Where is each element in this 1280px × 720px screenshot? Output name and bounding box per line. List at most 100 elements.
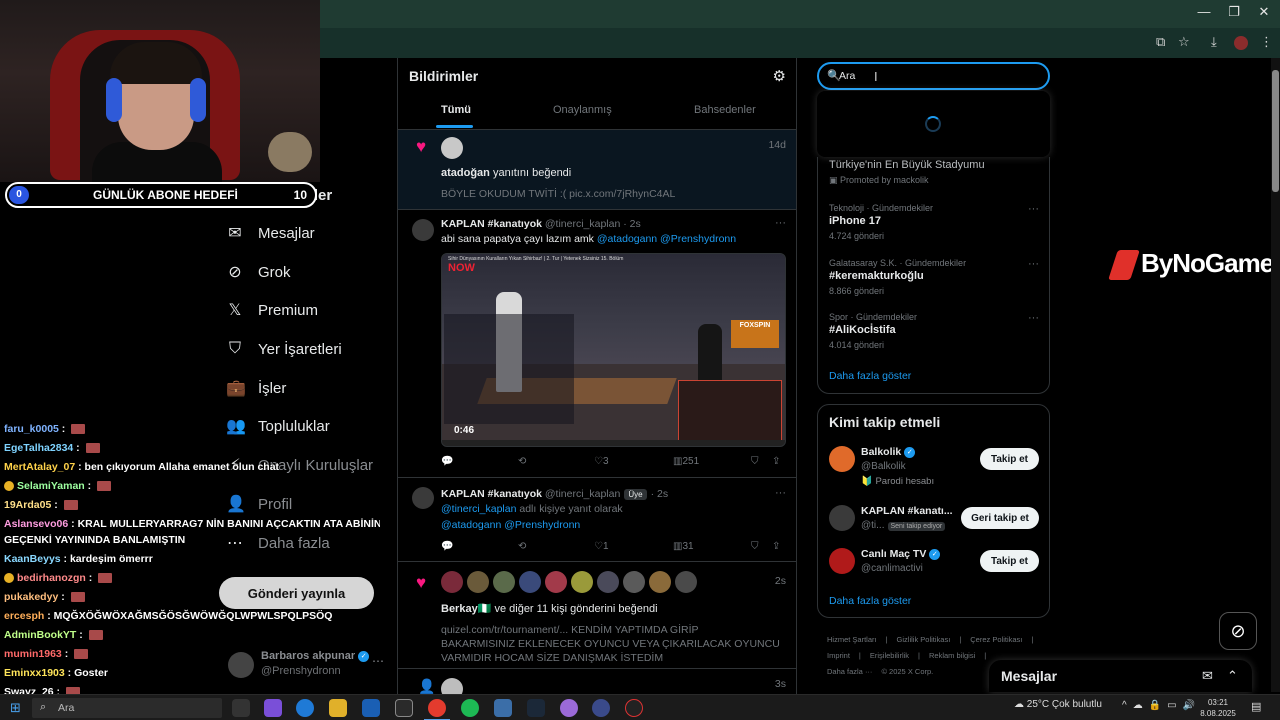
show-more-trends-link[interactable]: Daha fazla göster [829, 370, 911, 382]
more-options-icon[interactable]: ··· [1028, 203, 1039, 215]
notification-center-icon[interactable]: ▤ [1251, 700, 1261, 713]
views-count[interactable]: ▥ 31 [673, 541, 694, 552]
actor-name[interactable]: Berkay [441, 603, 478, 615]
expand-icon[interactable]: ⌃ [1227, 668, 1238, 684]
follow-button[interactable]: Takip et [980, 550, 1039, 572]
chrome-icon[interactable] [428, 699, 446, 717]
repost-icon[interactable]: ⟲ [518, 541, 526, 552]
copilot-icon[interactable] [264, 699, 282, 717]
search-icon: ⌕ [40, 701, 47, 713]
search-input[interactable] [839, 68, 1019, 84]
promoted-trend[interactable]: Türkiye'nin En Büyük Stadyumu [829, 159, 985, 171]
avatar[interactable] [441, 137, 463, 159]
nav-messages[interactable]: ✉ Mesajlar [226, 221, 314, 245]
taskbar-search[interactable]: ⌕ Ara [32, 698, 222, 718]
mention-links[interactable]: @atadogann @Prenshydronn [597, 233, 736, 245]
discord-icon[interactable] [560, 699, 578, 717]
chat-emote-icon [97, 481, 112, 492]
reply-icon[interactable]: 💬 [441, 541, 453, 552]
kebab-menu-icon[interactable]: ⋮ [1260, 34, 1273, 50]
nav-grok[interactable]: ⊘ Grok [226, 260, 290, 284]
text-cursor-icon: I [874, 69, 878, 84]
app-icon[interactable] [592, 699, 610, 717]
system-tray-icons[interactable]: ^☁🔒▭🔊 [1122, 700, 1201, 711]
person-icon: 👤 [418, 678, 436, 694]
download-icon[interactable]: ⤓ [1211, 34, 1217, 50]
grok-floating-button[interactable]: ⊘ [1219, 612, 1257, 650]
tab-verified[interactable]: Onaylanmış [553, 104, 612, 116]
more-options-icon[interactable]: ··· [1028, 312, 1039, 324]
restore-icon[interactable]: ❐ [1218, 4, 1250, 20]
trend-item[interactable]: #AliKocİstifa [829, 324, 896, 336]
bynogame-logo-icon [1108, 250, 1140, 281]
post-author[interactable]: KAPLAN #kanatıyok [441, 218, 542, 230]
nav-bookmarks[interactable]: ⛉ Yer İşaretleri [226, 337, 342, 361]
share-icon[interactable]: ⇪ [772, 456, 780, 467]
tab-mentions[interactable]: Bahsedenler [694, 104, 756, 116]
bookmark-icon[interactable]: ⛉ [751, 541, 759, 552]
headphones-icon [106, 78, 122, 122]
app-icon[interactable] [494, 699, 512, 717]
post-item[interactable]: KAPLAN #kanatıyok @tinerci_kaplan Üye · 2s… [398, 479, 796, 562]
like-button[interactable]: ♡ 1 [594, 541, 609, 552]
share-icon[interactable]: ⇪ [772, 541, 780, 552]
scrollbar-thumb[interactable] [1272, 70, 1279, 192]
page-title: Bildirimler [409, 68, 479, 84]
trend-item[interactable]: #keremakturkoğlu [829, 270, 924, 282]
like-button[interactable]: ♡ 3 [594, 456, 609, 467]
chat-message: AdminBookYT : [4, 629, 103, 641]
spotify-icon[interactable] [461, 699, 479, 717]
edge-icon[interactable] [296, 699, 314, 717]
reply-icon[interactable]: 💬 [441, 456, 453, 467]
minimize-icon[interactable]: — [1188, 4, 1220, 19]
avatar[interactable] [412, 487, 434, 509]
windows-start-icon[interactable]: ⊞ [10, 700, 21, 716]
search-box[interactable]: 🔍 [817, 62, 1050, 90]
file-explorer-icon[interactable] [329, 699, 347, 717]
avatar[interactable] [829, 446, 855, 472]
subscriber-goal-bar: 0 GÜNLÜK ABONE HEDEFİ 10 [5, 182, 317, 208]
avatar[interactable] [829, 505, 855, 531]
weather-widget[interactable]: ☁ 25°C Çok bulutlu [1014, 699, 1102, 710]
chat-username: 19Arda05 [4, 499, 52, 511]
repost-icon[interactable]: ⟲ [518, 456, 526, 467]
show-more-follow-link[interactable]: Daha fazla göster [829, 595, 911, 607]
install-app-icon[interactable]: ⧉ [1156, 34, 1165, 50]
actor-name[interactable]: atadoğan [441, 167, 490, 179]
avatar[interactable] [412, 219, 434, 241]
profile-avatar[interactable] [1234, 36, 1248, 50]
heart-icon: ♥ [416, 573, 427, 592]
avatar[interactable] [829, 548, 855, 574]
clock[interactable]: 03:21 8.08.2025 [1198, 697, 1238, 719]
post-item[interactable]: KAPLAN #kanatıyok @tinerci_kaplan · 2s ·… [398, 211, 796, 478]
notification-item[interactable]: ♥ 2s Berkay🇳🇬 ve diğer 11 kişi gönderini… [398, 563, 796, 669]
views-count[interactable]: ▥ 251 [673, 456, 699, 467]
nav-jobs[interactable]: 💼 İşler [226, 376, 286, 400]
chat-username: pukakedyy [4, 591, 59, 603]
trend-item[interactable]: iPhone 17 [829, 215, 881, 227]
bookmark-icon[interactable]: ⛉ [751, 456, 759, 467]
outlook-icon[interactable] [362, 699, 380, 717]
steam-icon[interactable] [527, 699, 545, 717]
task-view-icon[interactable] [232, 699, 250, 717]
mention-links[interactable]: @atadogann @Prenshydronn [441, 519, 580, 531]
xbox-icon[interactable] [395, 699, 413, 717]
video-player[interactable]: Sihir Dünyasının Kuralların Yıkan Sihirb… [441, 253, 786, 447]
messages-drawer[interactable]: Mesajlar ✉ ⌃ [989, 660, 1252, 692]
follow-button[interactable]: Takip et [980, 448, 1039, 470]
notification-item[interactable]: ♥ 14d atadoğan yanıtını beğendi BÖYLE OK… [398, 130, 796, 210]
more-options-icon[interactable]: ··· [1028, 258, 1039, 270]
more-options-icon[interactable]: ··· [775, 217, 786, 229]
close-icon[interactable]: ✕ [1248, 4, 1280, 20]
more-options-icon[interactable]: ··· [775, 487, 786, 499]
nav-premium[interactable]: 𝕏 Premium [226, 298, 318, 322]
bookmark-star-icon[interactable]: ☆ [1178, 34, 1190, 50]
obs-icon[interactable] [625, 699, 643, 717]
settings-gear-icon[interactable]: ⚙ [773, 67, 786, 85]
tab-all[interactable]: Tümü [441, 104, 471, 116]
follow-back-button[interactable]: Geri takip et [961, 507, 1039, 529]
post-author[interactable]: KAPLAN #kanatıyok [441, 488, 542, 500]
video-progress-bar[interactable] [442, 440, 785, 446]
new-message-icon[interactable]: ✉ [1202, 668, 1213, 684]
post-actions: 💬 ⟲ ♡ 3 ▥ 251 ⛉ ⇪ [441, 456, 786, 470]
